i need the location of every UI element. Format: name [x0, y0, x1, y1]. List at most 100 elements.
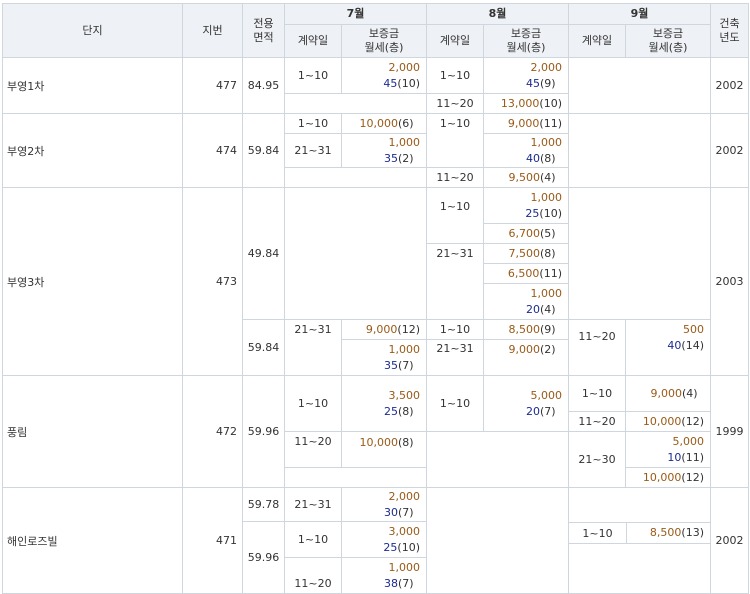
header-month-aug: 8월 — [426, 3, 569, 25]
area-value: 49.84 — [242, 187, 285, 320]
deal-amount: 8,500(9) — [483, 319, 569, 340]
deal-amount: 3,500 25(8) — [341, 375, 427, 432]
deal-amount: 1,000 20(4) — [483, 283, 569, 320]
built-year: 2002 — [710, 113, 749, 188]
deal-date: 1~10 — [426, 319, 484, 340]
header-contract-date: 계약일 — [568, 24, 626, 58]
deal-date: 11~20 — [426, 167, 484, 188]
deal-date: 21~31 — [284, 319, 342, 376]
deal-date: 1~10 — [284, 375, 342, 432]
header-area: 전용 면적 — [242, 3, 285, 58]
deal-amount: 9,000(4) — [625, 375, 711, 412]
area-value: 59.96 — [242, 521, 285, 594]
deal-amount: 1,000 25(10) — [483, 187, 569, 224]
deal-row: 1~10 8,500(13) — [569, 522, 710, 544]
empty-cell — [568, 113, 711, 188]
lot-number: 471 — [182, 487, 243, 594]
header-deposit-rent: 보증금 월세(층) — [483, 24, 569, 58]
deal-amount: 5,000 20(7) — [483, 375, 569, 432]
empty-cell — [284, 187, 427, 320]
deal-date: 1~10 — [582, 526, 613, 540]
deal-date: 21~30 — [568, 431, 626, 488]
lot-number: 472 — [182, 375, 243, 488]
deal-date: 11~20 — [284, 557, 342, 594]
deal-amount: 13,000(10) — [483, 93, 569, 114]
header-deposit-rent: 보증금 월세(층) — [625, 24, 711, 58]
deal-amount: 1,000 40(8) — [483, 133, 569, 168]
transactions-table: 단지 지번 전용 면적 7월 8월 9월 건축 년도 계약일 보증금 월세(층)… — [2, 3, 749, 594]
lot-number: 477 — [182, 57, 243, 114]
empty-cell — [284, 467, 427, 488]
deal-amount: 1,000 35(7) — [341, 339, 427, 376]
complex-name[interactable]: 부영3차 — [2, 187, 183, 376]
deal-date: 11~20 — [568, 411, 626, 432]
deal-amount: 10,000(12) — [625, 467, 711, 488]
deal-amount: 6,700(5) — [483, 223, 569, 244]
deal-amount: 10,000(8) — [341, 431, 427, 468]
header-built-year: 건축 년도 — [710, 3, 749, 58]
deal-amount: 8,500(13) — [626, 523, 710, 543]
header-deposit-rent: 보증금 월세(층) — [341, 24, 427, 58]
area-value: 84.95 — [242, 57, 285, 114]
built-year: 1999 — [710, 375, 749, 488]
empty-cell — [568, 57, 711, 114]
complex-name[interactable]: 해인로즈빌 — [2, 487, 183, 594]
header-contract-date: 계약일 — [426, 24, 484, 58]
deal-date: 1~10 — [284, 113, 342, 134]
deal-date: 21~31 — [426, 339, 484, 376]
header-contract-date: 계약일 — [284, 24, 342, 58]
empty-cell — [426, 431, 569, 488]
area-value: 59.84 — [242, 113, 285, 188]
deal-date: 1~10 — [426, 187, 484, 244]
deal-date: 21~31 — [284, 133, 342, 168]
header-complex: 단지 — [2, 3, 183, 58]
deal-amount: 5,000 10(11) — [625, 431, 711, 468]
header-month-sep: 9월 — [568, 3, 711, 25]
empty-cell — [426, 487, 569, 594]
header-month-jul: 7월 — [284, 3, 427, 25]
deal-amount: 2,000 30(7) — [341, 487, 427, 522]
deal-amount: 500 40(14) — [625, 319, 711, 376]
deal-amount: 10,000(12) — [625, 411, 711, 432]
complex-name[interactable]: 부영2차 — [2, 113, 183, 188]
deal-date: 11~20 — [568, 319, 626, 376]
sep-deals-cell: 1~10 8,500(13) — [568, 487, 711, 594]
complex-name[interactable]: 풍림 — [2, 375, 183, 488]
area-value: 59.96 — [242, 375, 285, 488]
header-lot: 지번 — [182, 3, 243, 58]
deal-date: 1~10 — [426, 375, 484, 432]
deal-date: 21~31 — [426, 243, 484, 320]
built-year: 2003 — [710, 187, 749, 376]
deal-date: 21~31 — [284, 487, 342, 522]
deal-amount: 2,000 45(10) — [341, 57, 427, 94]
deal-amount: 10,000(6) — [341, 113, 427, 134]
deal-date: 1~10 — [284, 57, 342, 94]
deal-date: 11~20 — [426, 93, 484, 114]
realestate-table-panel: 단지 지번 전용 면적 7월 8월 9월 건축 년도 계약일 보증금 월세(층)… — [0, 0, 750, 594]
deal-date: 1~10 — [426, 113, 484, 168]
deal-amount: 9,000(2) — [483, 339, 569, 376]
lot-number: 473 — [182, 187, 243, 376]
deal-amount: 7,500(8) — [483, 243, 569, 264]
deal-date: 1~10 — [568, 375, 626, 412]
deal-amount: 9,000(12) — [341, 319, 427, 340]
area-value: 59.78 — [242, 487, 285, 522]
built-year: 2002 — [710, 487, 749, 594]
lot-number: 474 — [182, 113, 243, 188]
deal-amount: 9,000(11) — [483, 113, 569, 134]
deal-amount: 6,500(11) — [483, 263, 569, 284]
deal-date: 1~10 — [426, 57, 484, 94]
complex-name[interactable]: 부영1차 — [2, 57, 183, 114]
built-year: 2002 — [710, 57, 749, 114]
deal-date: 1~10 — [284, 521, 342, 558]
empty-cell — [568, 187, 711, 320]
deal-amount: 1,000 38(7) — [341, 557, 427, 594]
deal-amount: 3,000 25(10) — [341, 521, 427, 558]
empty-cell — [284, 93, 427, 114]
area-value: 59.84 — [242, 319, 285, 376]
deal-amount: 1,000 35(2) — [341, 133, 427, 168]
empty-cell — [284, 167, 427, 188]
deal-amount: 9,500(4) — [483, 167, 569, 188]
deal-amount: 2,000 45(9) — [483, 57, 569, 94]
deal-date: 11~20 — [284, 431, 342, 468]
